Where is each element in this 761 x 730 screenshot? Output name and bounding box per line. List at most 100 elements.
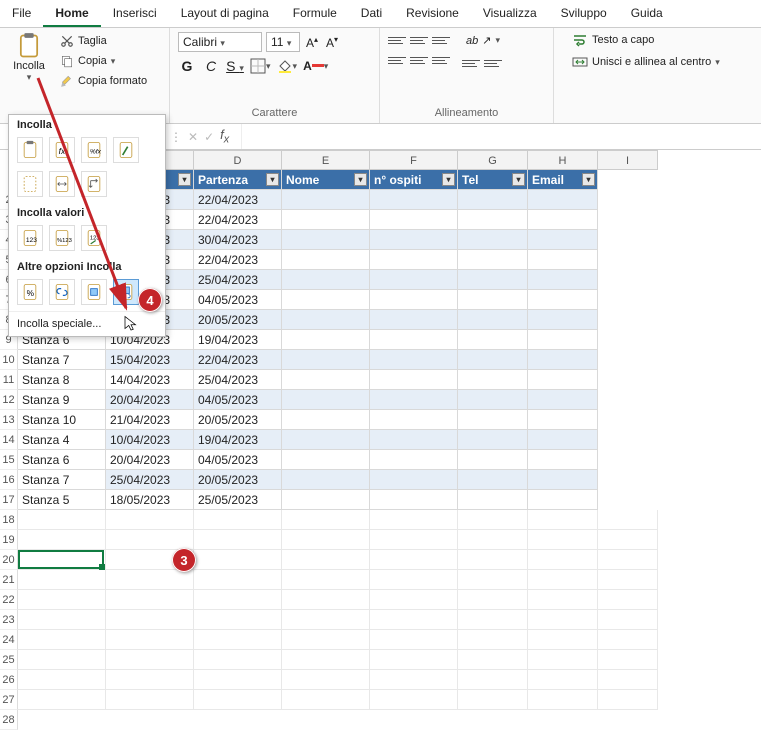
filter-dropdown-icon[interactable]: ▾: [582, 173, 595, 186]
row-header[interactable]: 25: [0, 650, 18, 670]
table-cell[interactable]: 04/05/2023: [194, 390, 282, 410]
table-cell[interactable]: [528, 270, 598, 290]
table-cell[interactable]: [370, 250, 458, 270]
empty-cell[interactable]: [370, 570, 458, 590]
table-cell[interactable]: [528, 430, 598, 450]
table-cell[interactable]: [458, 370, 528, 390]
table-cell[interactable]: [370, 190, 458, 210]
table-cell[interactable]: [282, 450, 370, 470]
empty-cell[interactable]: [528, 630, 598, 650]
align-top-button[interactable]: [388, 32, 406, 48]
row-header[interactable]: 16: [0, 470, 18, 490]
align-left-button[interactable]: [388, 52, 406, 68]
empty-cell[interactable]: [194, 590, 282, 610]
copy-button[interactable]: Copia ▾: [56, 52, 151, 70]
table-cell[interactable]: [282, 210, 370, 230]
table-cell[interactable]: 22/04/2023: [194, 210, 282, 230]
table-header-cell[interactable]: Tel▾: [458, 170, 528, 190]
paste-formatting-button[interactable]: %: [17, 279, 43, 305]
empty-cell[interactable]: [194, 510, 282, 530]
wrap-text-button[interactable]: Testo a capo: [572, 32, 753, 48]
empty-cell[interactable]: [528, 590, 598, 610]
table-cell[interactable]: [370, 390, 458, 410]
table-cell[interactable]: [370, 210, 458, 230]
row-header[interactable]: 14: [0, 430, 18, 450]
table-cell[interactable]: [528, 410, 598, 430]
row-header[interactable]: 24: [0, 630, 18, 650]
table-cell[interactable]: 21/04/2023: [106, 410, 194, 430]
empty-cell[interactable]: [106, 610, 194, 630]
empty-cell[interactable]: [194, 690, 282, 710]
paste-all-button[interactable]: [17, 137, 43, 163]
empty-cell[interactable]: [18, 570, 106, 590]
column-header-D[interactable]: D: [194, 150, 282, 170]
table-cell[interactable]: [458, 330, 528, 350]
menu-item-file[interactable]: File: [0, 0, 43, 27]
empty-cell[interactable]: [598, 550, 658, 570]
paste-values-button[interactable]: 123: [17, 225, 43, 251]
table-cell[interactable]: Stanza 4: [18, 430, 106, 450]
table-cell[interactable]: [528, 230, 598, 250]
table-cell[interactable]: Stanza 7: [18, 350, 106, 370]
table-cell[interactable]: [458, 290, 528, 310]
empty-cell[interactable]: [282, 670, 370, 690]
table-cell[interactable]: [282, 270, 370, 290]
empty-cell[interactable]: [282, 590, 370, 610]
table-cell[interactable]: [370, 330, 458, 350]
filter-dropdown-icon[interactable]: ▾: [512, 173, 525, 186]
empty-cell[interactable]: [370, 610, 458, 630]
empty-cell[interactable]: [194, 610, 282, 630]
font-size-select[interactable]: 11 ▾: [266, 32, 300, 52]
orientation-button[interactable]: ab↗ ▾: [462, 32, 504, 49]
empty-cell[interactable]: [458, 590, 528, 610]
empty-cell[interactable]: [458, 510, 528, 530]
empty-cell[interactable]: [18, 690, 106, 710]
table-cell[interactable]: 19/04/2023: [194, 430, 282, 450]
increase-font-button[interactable]: A▴: [304, 35, 320, 50]
column-header-G[interactable]: G: [458, 150, 528, 170]
table-cell[interactable]: [282, 330, 370, 350]
table-cell[interactable]: [458, 310, 528, 330]
table-cell[interactable]: [528, 330, 598, 350]
column-header-E[interactable]: E: [282, 150, 370, 170]
table-cell[interactable]: Stanza 7: [18, 470, 106, 490]
table-cell[interactable]: [528, 190, 598, 210]
empty-cell[interactable]: [528, 610, 598, 630]
empty-cell[interactable]: [598, 570, 658, 590]
table-cell[interactable]: [528, 470, 598, 490]
paste-button[interactable]: Incolla ▾: [8, 32, 50, 83]
table-cell[interactable]: [370, 230, 458, 250]
row-header[interactable]: 19: [0, 530, 18, 550]
decrease-font-button[interactable]: A▾: [324, 35, 340, 50]
table-cell[interactable]: Stanza 6: [18, 450, 106, 470]
table-cell[interactable]: [528, 490, 598, 510]
empty-cell[interactable]: [370, 690, 458, 710]
table-header-cell[interactable]: Nome▾: [282, 170, 370, 190]
table-cell[interactable]: [282, 390, 370, 410]
empty-cell[interactable]: [528, 530, 598, 550]
empty-cell[interactable]: [598, 530, 658, 550]
menu-item-revisione[interactable]: Revisione: [394, 0, 471, 27]
row-header[interactable]: 22: [0, 590, 18, 610]
empty-cell[interactable]: [106, 590, 194, 610]
italic-button[interactable]: C: [202, 58, 220, 74]
empty-cell[interactable]: [370, 650, 458, 670]
row-header[interactable]: 13: [0, 410, 18, 430]
table-cell[interactable]: [282, 350, 370, 370]
align-bottom-button[interactable]: [432, 32, 450, 48]
filter-dropdown-icon[interactable]: ▾: [442, 173, 455, 186]
empty-cell[interactable]: [458, 690, 528, 710]
column-header-H[interactable]: H: [528, 150, 598, 170]
table-cell[interactable]: 04/05/2023: [194, 290, 282, 310]
empty-cell[interactable]: [528, 550, 598, 570]
table-cell[interactable]: [528, 350, 598, 370]
table-cell[interactable]: [370, 290, 458, 310]
table-cell[interactable]: [458, 350, 528, 370]
table-cell[interactable]: [282, 490, 370, 510]
table-cell[interactable]: [282, 370, 370, 390]
empty-cell[interactable]: [194, 550, 282, 570]
table-cell[interactable]: Stanza 8: [18, 370, 106, 390]
table-cell[interactable]: [370, 350, 458, 370]
table-cell[interactable]: [282, 430, 370, 450]
table-cell[interactable]: [528, 370, 598, 390]
